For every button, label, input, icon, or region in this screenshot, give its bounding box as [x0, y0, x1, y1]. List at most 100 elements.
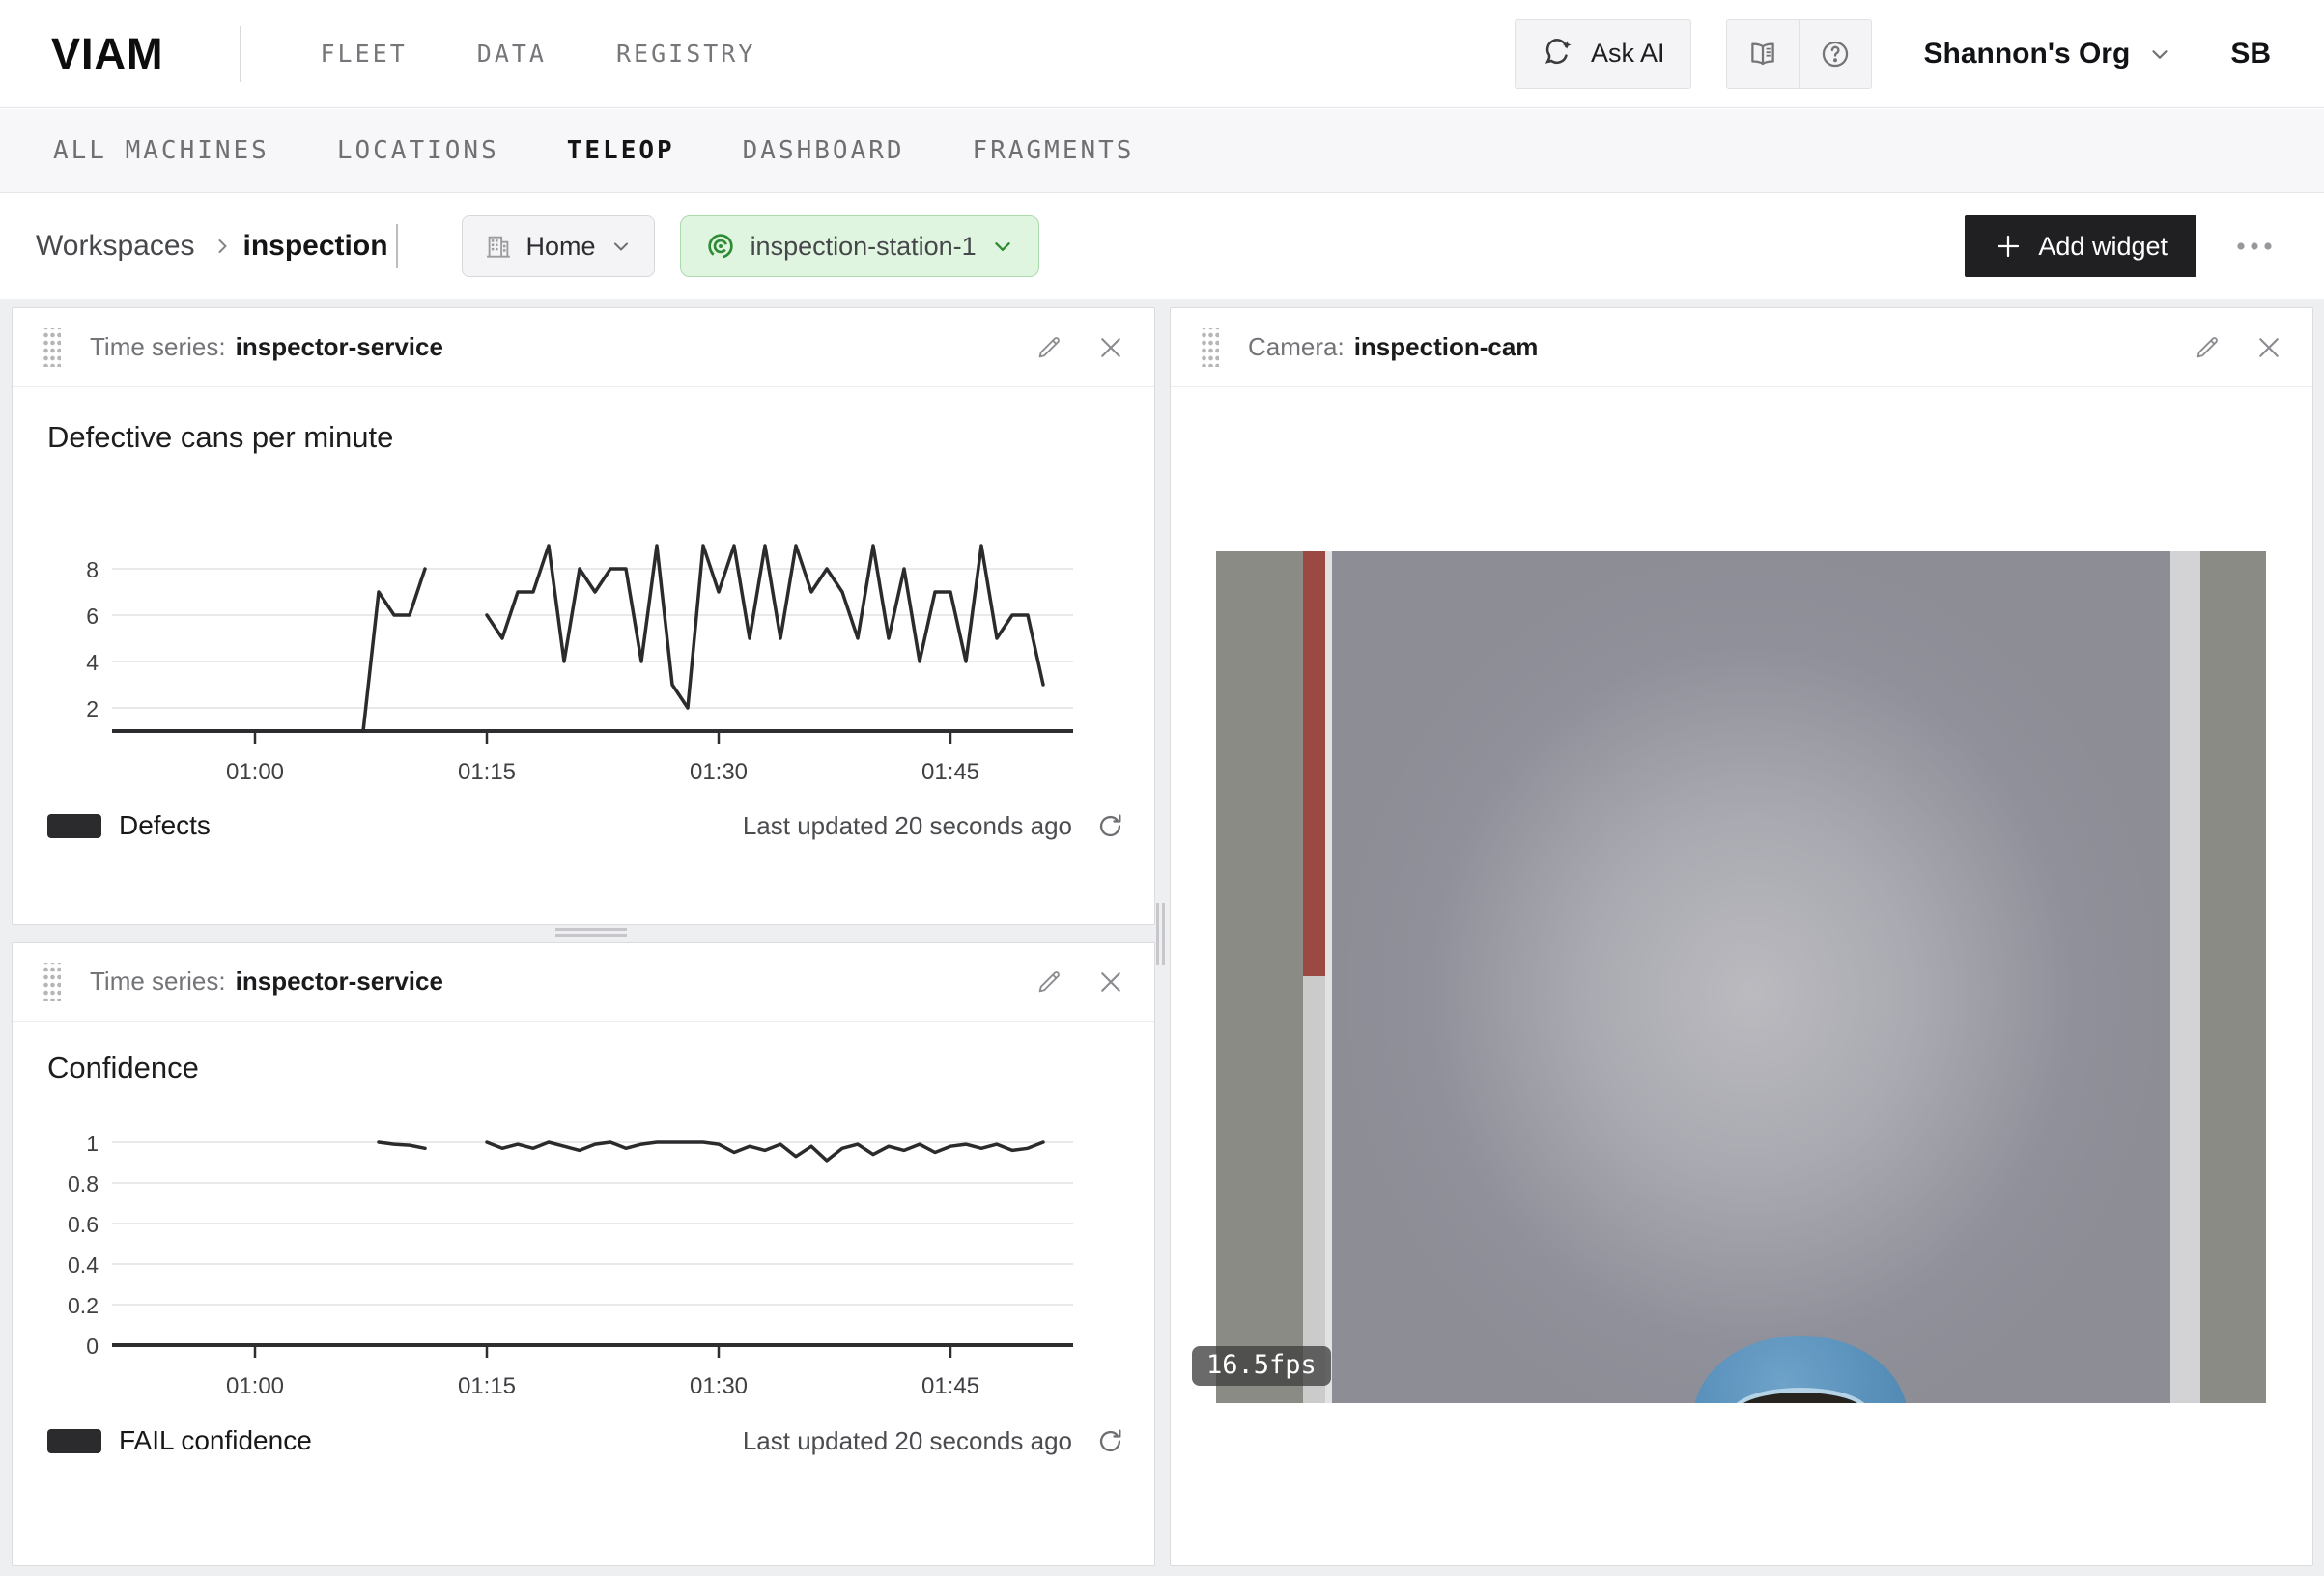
add-widget-label: Add widget	[2038, 232, 2168, 262]
svg-text:0: 0	[86, 1334, 99, 1359]
add-widget-button[interactable]: Add widget	[1965, 215, 2196, 277]
tab-fragments[interactable]: FRAGMENTS	[973, 136, 1135, 165]
overflow-menu-button[interactable]	[2235, 240, 2274, 252]
breadcrumb-workspaces[interactable]: Workspaces	[36, 230, 195, 263]
widget-source-name: inspector-service	[236, 332, 443, 362]
org-name: Shannon's Org	[1924, 38, 2131, 70]
drag-handle-icon[interactable]	[1200, 328, 1219, 367]
legend-label: Defects	[119, 810, 211, 841]
refresh-button[interactable]	[1095, 811, 1125, 841]
close-icon	[2254, 333, 2283, 362]
fleet-subnav: ALL MACHINES LOCATIONS TELEOP DASHBOARD …	[0, 109, 2324, 193]
edit-widget-button[interactable]	[1034, 333, 1063, 362]
svg-text:2: 2	[86, 696, 99, 721]
building-icon	[484, 232, 513, 261]
timeseries-widget-defects: Time series: inspector-service Defective…	[12, 307, 1155, 925]
svg-text:01:00: 01:00	[226, 1373, 284, 1399]
chart-title: Defective cans per minute	[47, 420, 393, 455]
widget-header: Camera: inspection-cam	[1171, 308, 2312, 387]
tab-all-machines[interactable]: ALL MACHINES	[53, 136, 269, 165]
workspace-name[interactable]: inspection	[243, 230, 388, 263]
legend-label: FAIL confidence	[119, 1425, 312, 1456]
machine-selector-chip[interactable]: inspection-station-1	[680, 215, 1039, 277]
ask-ai-sparkle-icon	[1541, 37, 1575, 71]
logo-divider	[240, 26, 241, 82]
widget-board: Time series: inspector-service Defective…	[0, 299, 2324, 1576]
workspace-name-caret	[396, 224, 398, 268]
tab-locations[interactable]: LOCATIONS	[337, 136, 499, 165]
svg-text:01:15: 01:15	[458, 1373, 516, 1399]
drag-handle-icon[interactable]	[42, 328, 61, 367]
last-updated-text: Last updated 20 seconds ago	[743, 811, 1072, 841]
top-bar: VIAM FLEET DATA REGISTRY Ask AI	[0, 0, 2324, 108]
light-guide-stripe	[1303, 976, 1325, 1403]
red-guide-stripe	[1303, 551, 1325, 976]
svg-text:01:15: 01:15	[458, 759, 516, 785]
svg-text:01:45: 01:45	[921, 1373, 979, 1399]
help-button[interactable]	[1800, 20, 1871, 88]
column-resize-handle[interactable]	[1156, 903, 1165, 965]
legend-swatch	[47, 814, 101, 838]
fps-badge: 16.5fps	[1192, 1346, 1331, 1386]
conveyor-left-rail	[1216, 551, 1303, 1403]
svg-text:0.8: 0.8	[68, 1171, 99, 1196]
camera-widget: Camera: inspection-cam	[1170, 307, 2313, 1566]
pencil-icon	[2193, 333, 2222, 362]
nav-fleet[interactable]: FLEET	[321, 40, 408, 68]
primary-nav: FLEET DATA REGISTRY	[321, 40, 756, 68]
widget-header: Time series: inspector-service	[13, 308, 1154, 387]
location-selector-button[interactable]: Home	[462, 215, 655, 277]
close-widget-button[interactable]	[1096, 333, 1125, 362]
close-widget-button[interactable]	[1096, 968, 1125, 997]
user-avatar[interactable]: SB	[2230, 38, 2271, 70]
org-switcher[interactable]: Shannon's Org	[1924, 38, 2173, 70]
docs-button[interactable]	[1727, 20, 1799, 88]
ellipsis-icon	[2235, 240, 2274, 252]
chevron-down-icon	[990, 234, 1015, 259]
pencil-icon	[1034, 968, 1063, 997]
nav-data[interactable]: DATA	[477, 40, 547, 68]
question-circle-icon	[1819, 38, 1852, 70]
legend-row: FAIL confidence Last updated 20 seconds …	[47, 1425, 1125, 1456]
svg-text:4: 4	[86, 650, 99, 675]
location-label: Home	[526, 232, 596, 262]
chevron-down-icon	[2147, 42, 2172, 67]
edit-widget-button[interactable]	[2193, 333, 2222, 362]
close-widget-button[interactable]	[2254, 333, 2283, 362]
svg-text:1: 1	[86, 1131, 99, 1156]
chart-title: Confidence	[47, 1051, 199, 1085]
ask-ai-button[interactable]: Ask AI	[1515, 19, 1691, 89]
refresh-icon	[1095, 811, 1125, 841]
refresh-button[interactable]	[1095, 1426, 1125, 1456]
conveyor-right-rail	[2200, 551, 2266, 1403]
confidence-line-chart: 0 0.2 0.4 0.6 0.8 1 01:00 01:15 01:30 01:45	[13, 1118, 1156, 1408]
open-book-icon	[1746, 38, 1779, 70]
svg-text:01:30: 01:30	[690, 1373, 748, 1399]
widget-type-label: Time series:	[90, 332, 226, 362]
svg-text:01:45: 01:45	[921, 759, 979, 785]
svg-text:0.2: 0.2	[68, 1293, 99, 1318]
svg-text:0.6: 0.6	[68, 1212, 99, 1237]
svg-text:6: 6	[86, 604, 99, 629]
widget-header: Time series: inspector-service	[13, 943, 1154, 1022]
tab-teleop[interactable]: TELEOP	[567, 136, 675, 165]
pencil-icon	[1034, 333, 1063, 362]
help-button-group	[1726, 19, 1872, 89]
svg-text:01:00: 01:00	[226, 759, 284, 785]
close-icon	[1096, 333, 1125, 362]
widget-type-label: Camera:	[1248, 332, 1345, 362]
chevron-down-icon	[609, 235, 633, 258]
row-resize-handle[interactable]	[555, 928, 627, 937]
viam-logo[interactable]: VIAM	[51, 29, 164, 79]
widget-source-name: inspector-service	[236, 967, 443, 997]
left-edge-line	[1325, 551, 1332, 1403]
app-root: VIAM FLEET DATA REGISTRY Ask AI	[0, 0, 2324, 1576]
nav-registry[interactable]: REGISTRY	[616, 40, 755, 68]
legend-row: Defects Last updated 20 seconds ago	[47, 810, 1125, 841]
svg-text:0.4: 0.4	[68, 1252, 99, 1278]
widget-source-name: inspection-cam	[1354, 332, 1539, 362]
refresh-icon	[1095, 1426, 1125, 1456]
drag-handle-icon[interactable]	[42, 963, 61, 1001]
edit-widget-button[interactable]	[1034, 968, 1063, 997]
tab-dashboard[interactable]: DASHBOARD	[743, 136, 905, 165]
